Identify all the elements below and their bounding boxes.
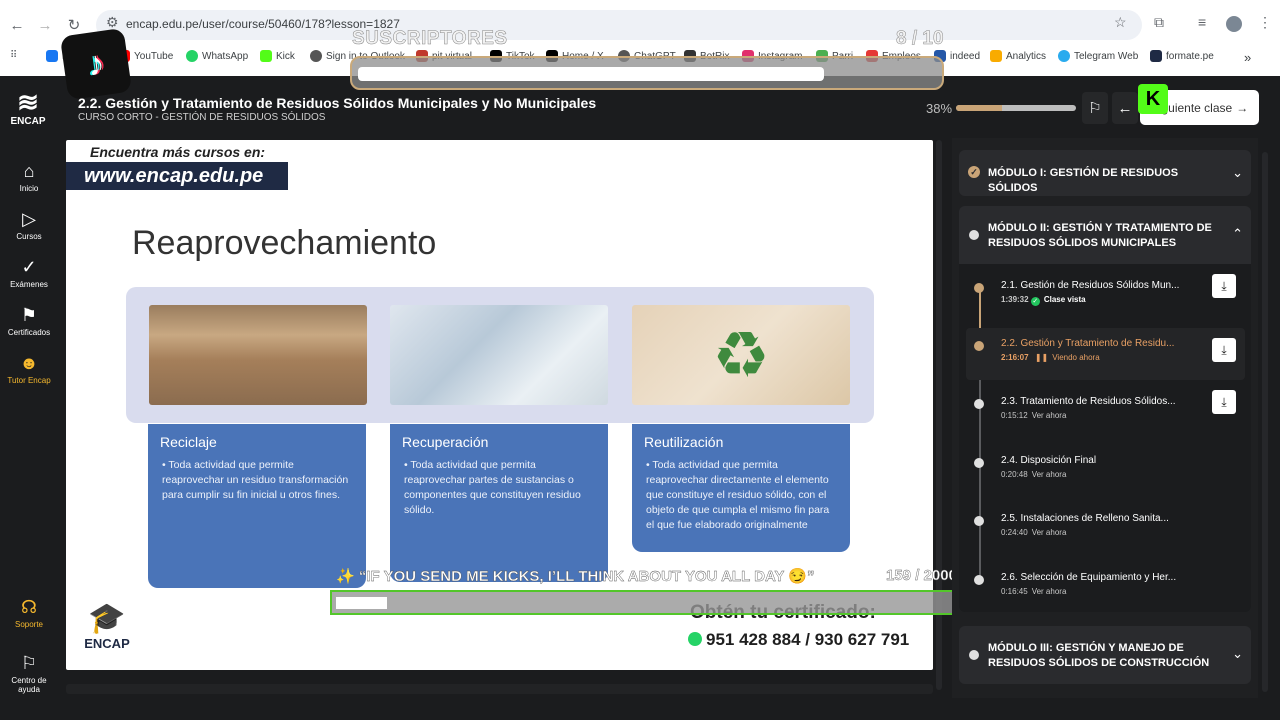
nav-tutor-encap[interactable]: ☻ Tutor Encap [0, 352, 58, 385]
recycling-cardboard-photo [149, 305, 367, 405]
bookmark-kick[interactable]: Kick [260, 50, 295, 62]
lesson-dot-icon [974, 399, 984, 409]
bookmark-telegram[interactable]: Telegram Web [1058, 50, 1138, 62]
kick-badge: K [1138, 84, 1168, 114]
flag-icon: ⚐ [20, 653, 38, 673]
encap-footer-logo: 🎓 ENCAP [80, 602, 134, 651]
bookmark-whatsapp[interactable]: WhatsApp [186, 50, 248, 62]
menu-icon[interactable]: ⋮ [1258, 14, 1272, 31]
encap-logo[interactable]: ≋ ENCAP [10, 88, 46, 127]
headset-icon: ☊ [21, 597, 37, 617]
nav-centro-de-ayuda[interactable]: ⚐ Centro de ayuda [0, 652, 58, 694]
back-icon[interactable]: ← [6, 14, 28, 36]
nav-soporte[interactable]: ☊ Soporte [0, 596, 58, 629]
completed-check-icon: ✓ [968, 166, 980, 178]
flag-icon[interactable]: ⚐ [1082, 92, 1108, 124]
lesson-dot-icon [974, 283, 984, 293]
subscribers-goal-label: SUSCRIPTORES [352, 28, 508, 50]
graduation-cap-icon: 🎓 [88, 602, 126, 635]
lesson-dot-icon [974, 458, 984, 468]
player-bottom-bar [66, 684, 933, 694]
previous-lesson-button[interactable]: ← [1112, 92, 1138, 124]
check-icon: ✓ [21, 257, 37, 277]
lesson-item-2-1[interactable]: 2.1. Gestión de Residuos Sólidos Mun... … [966, 274, 1245, 332]
extensions-icon[interactable]: ⧉ [1154, 14, 1164, 31]
bookmark-star-icon[interactable]: ☆ [1114, 14, 1127, 31]
kicks-goal-count: 159 / 2000 [886, 567, 957, 584]
kicks-goal-message: ✨ “IF YOU SEND ME KICKS, I’LL THINK ABOU… [336, 568, 815, 585]
robot-icon: ☻ [19, 353, 39, 373]
media-control-icon[interactable]: ≡ [1198, 14, 1206, 30]
promo-caption: Encuentra más cursos en: [90, 144, 266, 160]
analytics-icon [990, 50, 1002, 62]
lesson-item-2-3[interactable]: 2.3. Tratamiento de Residuos Sólidos... … [966, 390, 1245, 448]
whatsapp-icon [186, 50, 198, 62]
module-status-icon [969, 230, 979, 240]
chevron-down-icon: ⌄ [1232, 646, 1243, 661]
subscribers-goal-fill [358, 67, 824, 81]
lesson-dot-icon [974, 575, 984, 585]
lesson-dot-icon [974, 516, 984, 526]
forward-icon[interactable]: → [34, 14, 56, 36]
formate-icon [1150, 50, 1162, 62]
module-2-header[interactable]: MÓDULO II: GESTIÓN Y TRATAMIENTO DE RESI… [959, 206, 1251, 264]
subscribers-goal-bar [350, 56, 944, 90]
module-3-header[interactable]: MÓDULO III: GESTIÓN Y MANEJO DE RESIDUOS… [959, 626, 1251, 684]
download-icon[interactable]: ⤓ [1212, 390, 1236, 414]
download-icon[interactable]: ⤓ [1212, 338, 1236, 362]
kick-icon [260, 50, 272, 62]
check-circle-icon: ✓ [1030, 297, 1040, 306]
profile-avatar[interactable] [1226, 16, 1242, 32]
lesson-item-2-4[interactable]: 2.4. Disposición Final 0:20:48 Ver ahora [966, 455, 1245, 507]
tiktok-logo-icon: ♪ [59, 27, 133, 101]
whatsapp-icon [688, 632, 702, 646]
kicks-goal-bar [330, 590, 974, 615]
lesson-item-2-6[interactable]: 2.6. Selección de Equipamiento y Her... … [966, 572, 1245, 624]
promo-url: www.encap.edu.pe [66, 162, 288, 190]
lesson-item-2-2[interactable]: 2.2. Gestión y Tratamiento de Residu... … [966, 328, 1245, 380]
telegram-icon [1058, 50, 1070, 62]
course-progress-bar [956, 105, 1076, 111]
play-circle-icon: ▷ [22, 209, 36, 229]
nav-cursos[interactable]: ▷ Cursos [0, 208, 58, 241]
lesson-item-2-5[interactable]: 2.5. Instalaciones de Relleno Sanita... … [966, 513, 1245, 565]
pause-icon: ❚❚ [1034, 353, 1049, 362]
bookmark-formate[interactable]: formate.pe [1150, 50, 1214, 62]
lesson-dot-icon [974, 341, 984, 351]
nav-inicio[interactable]: ⌂ Inicio [0, 160, 58, 193]
module-status-icon [969, 650, 979, 660]
lesson-title: 2.2. Gestión y Tratamiento de Residuos S… [78, 95, 597, 111]
bookmark-icon: ⚑ [20, 305, 38, 325]
subscribers-goal-count: 8 / 10 [896, 28, 944, 50]
encap-logo-icon: ≋ [17, 87, 39, 117]
nav-certificados[interactable]: ⚑ Certificados [0, 304, 58, 337]
plastic-bottles-photo [390, 305, 608, 405]
course-progress-fill [956, 105, 1002, 111]
download-icon[interactable]: ⤓ [1212, 274, 1236, 298]
nav-examenes[interactable]: ✓ Exámenes [0, 256, 58, 289]
chevron-down-icon: ⌄ [1232, 165, 1243, 180]
kicks-goal-fill [336, 597, 387, 609]
chevron-up-icon: ⌃ [1232, 226, 1243, 241]
card-reciclaje: Reciclaje • Toda actividad que permite r… [148, 424, 366, 588]
home-icon: ⌂ [23, 161, 35, 181]
sidebar-scrollbar[interactable] [1262, 152, 1268, 692]
facebook-icon [46, 50, 58, 62]
recycle-symbol-photo: ♻ [632, 305, 850, 405]
module-1-header[interactable]: ✓ MÓDULO I: GESTIÓN DE RESIDUOS SÓLIDOS … [959, 150, 1251, 196]
card-reutilizacion: Reutilización • Toda actividad que permi… [632, 424, 850, 552]
course-subtitle: CURSO CORTO - GESTIÓN DE RESIDUOS SÓLIDO… [78, 112, 326, 123]
course-progress-label: 38% [926, 101, 953, 116]
globe-icon [310, 50, 322, 62]
slide-title: Reaprovechamiento [132, 224, 437, 262]
bookmark-analytics[interactable]: Analytics [990, 50, 1046, 62]
certificate-phone: 951 428 884 / 930 627 791 [688, 630, 909, 650]
recycle-icon: ♻ [712, 319, 770, 391]
apps-icon[interactable]: ⠿ [10, 50, 17, 61]
arrow-right-icon: → [1236, 100, 1249, 115]
more-bookmarks-icon[interactable]: » [1244, 50, 1251, 65]
card-recuperacion: Recuperación • Toda actividad que permit… [390, 424, 608, 582]
